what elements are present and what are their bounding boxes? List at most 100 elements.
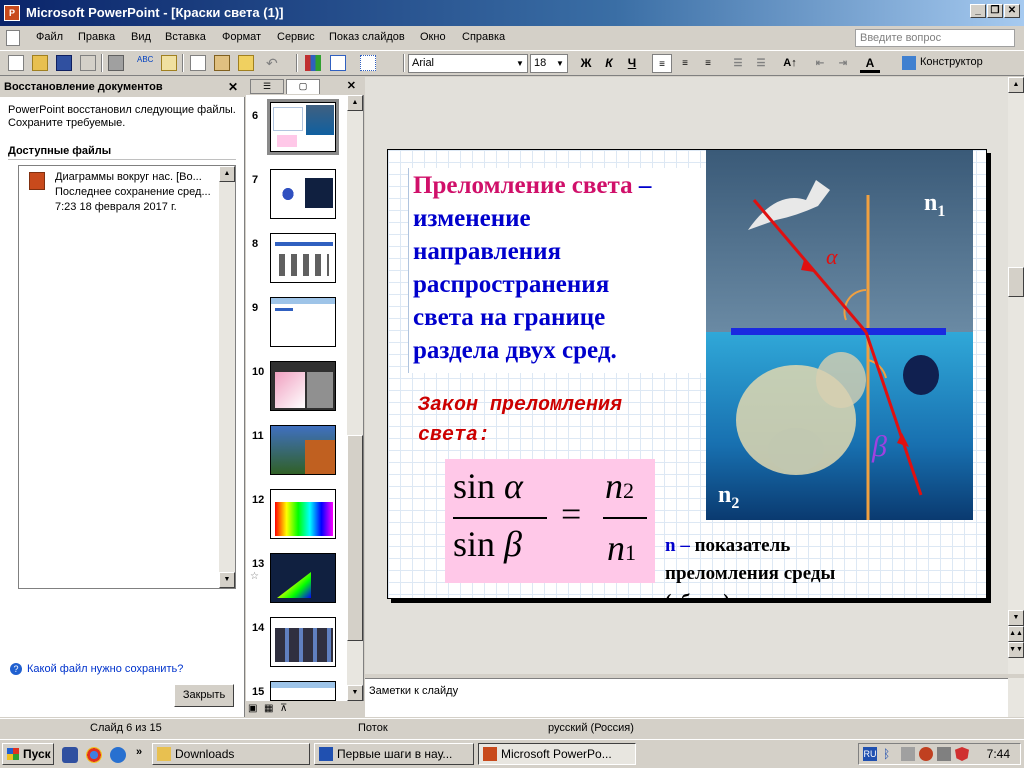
tab-outline[interactable]: ☰ bbox=[250, 79, 284, 94]
scroll-down-arrow[interactable]: ▼ bbox=[347, 685, 363, 701]
close-button[interactable]: Закрыть bbox=[174, 684, 234, 707]
format-painter-icon[interactable] bbox=[238, 55, 254, 71]
internet-explorer-icon[interactable] bbox=[110, 747, 126, 763]
font-name-select[interactable]: Arial ▼ bbox=[408, 54, 528, 73]
slides-panel-scrollbar[interactable]: ▲ ▼ bbox=[347, 95, 363, 701]
task-pane-close-icon[interactable]: ✕ bbox=[228, 80, 238, 94]
research-icon[interactable] bbox=[161, 55, 177, 71]
insert-chart-icon[interactable] bbox=[305, 55, 321, 71]
network-icon[interactable] bbox=[901, 747, 915, 761]
menu-format[interactable]: Формат bbox=[222, 31, 261, 43]
menu-window[interactable]: Окно bbox=[420, 31, 446, 43]
decrease-indent-button[interactable]: ⇤ bbox=[810, 54, 830, 73]
slide-sorter-icon[interactable]: ▦ bbox=[264, 703, 273, 714]
bluetooth-icon[interactable]: ᛒ bbox=[883, 747, 897, 761]
security-icon[interactable] bbox=[919, 747, 933, 761]
designer-button[interactable]: Конструктор bbox=[920, 56, 983, 68]
new-document-icon[interactable] bbox=[8, 55, 24, 71]
chevron-down-icon[interactable]: ▼ bbox=[554, 56, 566, 71]
slide-area-scrollbar[interactable]: ▲ ▼ ▲▲ ▼▼ bbox=[1008, 77, 1024, 674]
slide-thumbnail-10[interactable] bbox=[270, 361, 336, 411]
maximize-button[interactable]: ❐ bbox=[987, 4, 1003, 18]
tab-slides[interactable]: ▢ bbox=[286, 79, 320, 94]
menu-file[interactable]: Файл bbox=[36, 31, 63, 43]
snell-law-formula[interactable]: sin α sin β = n2 n1 bbox=[445, 459, 655, 583]
notes-scrollbar[interactable] bbox=[1008, 678, 1024, 717]
chrome-icon[interactable] bbox=[86, 747, 102, 763]
underline-button[interactable]: Ч bbox=[622, 54, 642, 73]
normal-view-icon[interactable]: ▣ bbox=[248, 703, 257, 714]
help-link[interactable]: ? Какой файл нужно сохранить? bbox=[10, 663, 183, 675]
bold-button[interactable]: Ж bbox=[576, 54, 596, 73]
file-list-scrollbar[interactable]: ▲ ▼ bbox=[219, 166, 235, 588]
minimize-button[interactable]: _ bbox=[970, 4, 986, 18]
slide-thumbnail-6[interactable] bbox=[267, 99, 339, 155]
menu-edit[interactable]: Правка bbox=[78, 31, 115, 43]
scroll-thumb[interactable] bbox=[347, 435, 363, 641]
scroll-thumb[interactable] bbox=[1008, 267, 1024, 297]
slide-thumbnail-12[interactable] bbox=[270, 489, 336, 539]
font-color-button[interactable]: A bbox=[860, 54, 880, 73]
slideshow-icon[interactable]: ⊼ bbox=[280, 703, 287, 714]
slide-thumbnail-9[interactable] bbox=[270, 297, 336, 347]
print-icon[interactable] bbox=[108, 55, 124, 71]
slides-panel-close-icon[interactable]: ✕ bbox=[347, 79, 356, 92]
definition-textbox[interactable]: Преломление света – изменение направлени… bbox=[408, 168, 708, 373]
undo-icon[interactable]: ↶ bbox=[266, 55, 282, 71]
next-slide-button[interactable]: ▼▼ bbox=[1008, 642, 1024, 658]
permission-icon[interactable] bbox=[80, 55, 96, 71]
menu-insert[interactable]: Вставка bbox=[165, 31, 206, 43]
font-size-select[interactable]: 18 ▼ bbox=[530, 54, 568, 73]
quick-launch-more-icon[interactable]: » bbox=[136, 746, 142, 758]
powerpoint-app-icon[interactable]: P bbox=[4, 5, 20, 21]
copy-icon[interactable] bbox=[190, 55, 206, 71]
paste-icon[interactable] bbox=[214, 55, 230, 71]
designer-icon[interactable] bbox=[902, 56, 916, 70]
menu-view[interactable]: Вид bbox=[131, 31, 151, 43]
previous-slide-button[interactable]: ▲▲ bbox=[1008, 626, 1024, 642]
shield-icon[interactable] bbox=[955, 747, 969, 761]
law-title-line2[interactable]: света: bbox=[418, 424, 490, 447]
taskbar-downloads[interactable]: Downloads bbox=[152, 743, 310, 765]
scroll-up-arrow[interactable]: ▲ bbox=[1008, 77, 1024, 93]
recovered-file-name[interactable]: Диаграммы вокруг нас. [Во... bbox=[55, 171, 202, 183]
chevron-down-icon[interactable]: ▼ bbox=[514, 56, 526, 71]
increase-font-button[interactable]: A↑ bbox=[780, 54, 800, 73]
scroll-up-arrow[interactable]: ▲ bbox=[219, 166, 235, 182]
scroll-down-arrow[interactable]: ▼ bbox=[1008, 610, 1024, 626]
slide-thumbnail-7[interactable] bbox=[270, 169, 336, 219]
slide-thumbnail-13[interactable] bbox=[270, 553, 336, 603]
open-folder-icon[interactable] bbox=[32, 55, 48, 71]
increase-indent-button[interactable]: ⇥ bbox=[833, 54, 853, 73]
menu-tools[interactable]: Сервис bbox=[277, 31, 315, 43]
align-center-button[interactable]: ≡ bbox=[675, 54, 695, 73]
slide-thumbnail-15[interactable] bbox=[270, 681, 336, 701]
taskbar-word-document[interactable]: Первые шаги в нау... bbox=[314, 743, 474, 765]
help-link-text[interactable]: Какой файл нужно сохранить? bbox=[27, 663, 183, 675]
document-icon[interactable] bbox=[6, 30, 20, 46]
scroll-down-arrow[interactable]: ▼ bbox=[219, 572, 235, 588]
show-grid-icon[interactable] bbox=[360, 55, 376, 71]
refraction-photo[interactable]: α β n1 n2 bbox=[706, 150, 973, 520]
align-left-button[interactable]: ≡ bbox=[652, 54, 672, 73]
slide-thumbnail-14[interactable] bbox=[270, 617, 336, 667]
current-slide[interactable]: Преломление света – изменение направлени… bbox=[387, 149, 987, 599]
insert-table-icon[interactable] bbox=[330, 55, 346, 71]
scroll-up-arrow[interactable]: ▲ bbox=[347, 95, 363, 111]
slide-thumbnail-11[interactable] bbox=[270, 425, 336, 475]
taskbar-powerpoint[interactable]: Microsoft PowerPo... bbox=[478, 743, 636, 765]
volume-icon[interactable] bbox=[937, 747, 951, 761]
n-description-line1[interactable]: n – показатель bbox=[665, 535, 790, 557]
spelling-icon[interactable]: ABC bbox=[137, 55, 153, 71]
align-right-button[interactable]: ≡ bbox=[698, 54, 718, 73]
notes-pane[interactable]: Заметки к слайду bbox=[365, 678, 1008, 717]
menu-slideshow[interactable]: Показ слайдов bbox=[329, 31, 405, 43]
show-desktop-icon[interactable] bbox=[62, 747, 78, 763]
menu-help[interactable]: Справка bbox=[462, 31, 505, 43]
close-window-button[interactable]: ✕ bbox=[1004, 4, 1020, 18]
law-title-line1[interactable]: Закон преломления bbox=[418, 394, 622, 417]
start-button[interactable]: Пуск bbox=[2, 743, 54, 765]
bullets-button[interactable]: ☰ bbox=[751, 54, 771, 73]
slide-thumbnail-8[interactable] bbox=[270, 233, 336, 283]
help-question-input[interactable]: Введите вопрос bbox=[855, 29, 1015, 47]
